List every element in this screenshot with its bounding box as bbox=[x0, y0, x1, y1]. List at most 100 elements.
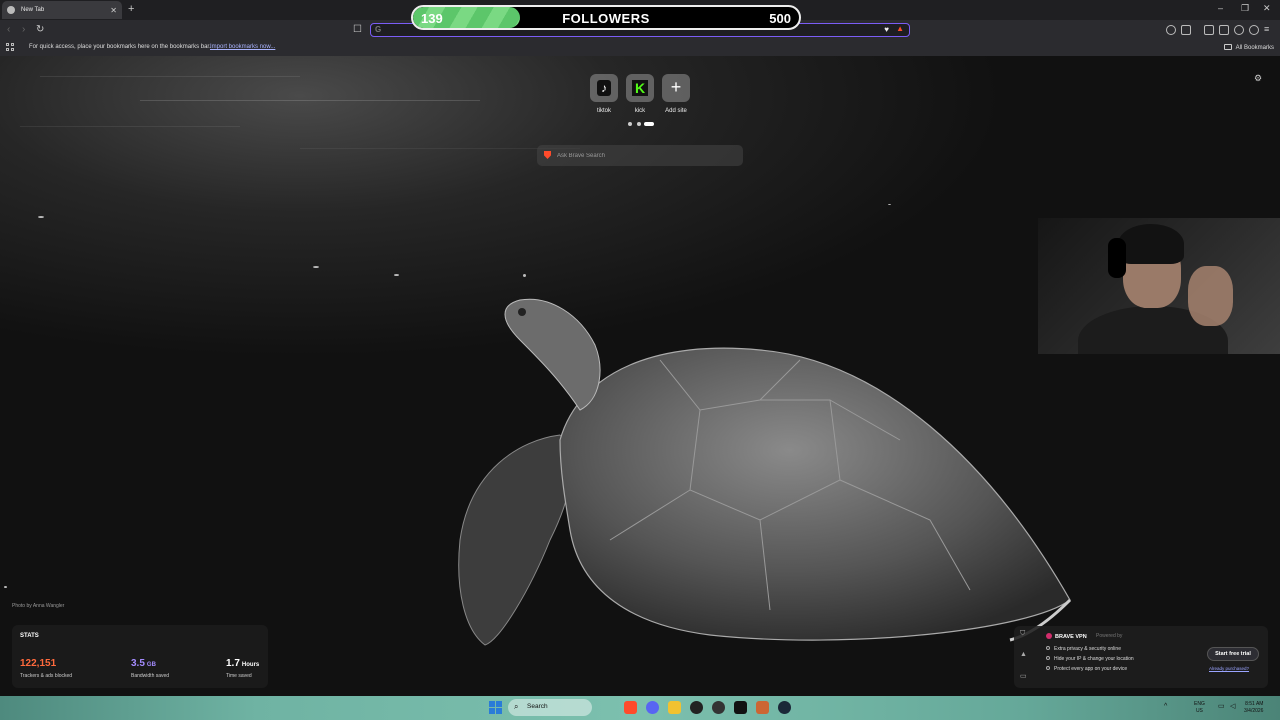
taskbar-search[interactable]: ⌕ Search bbox=[508, 699, 592, 716]
brave-taskbar-icon[interactable] bbox=[624, 701, 637, 714]
all-bookmarks-button[interactable]: All Bookmarks bbox=[1223, 44, 1274, 51]
search-icon: ⌕ bbox=[514, 702, 519, 711]
vpn-feature-text: Hide your IP & change your location bbox=[1054, 656, 1134, 662]
stat-unit: Hours bbox=[241, 662, 260, 668]
new-tab-button[interactable]: + bbox=[128, 3, 134, 15]
vpn-title-text: BRAVE VPN bbox=[1055, 634, 1087, 640]
vpn-powered-by: Powered by bbox=[1096, 633, 1123, 639]
already-purchased-link[interactable]: Already purchased? bbox=[1209, 666, 1249, 671]
minimize-icon[interactable]: – bbox=[1218, 3, 1223, 13]
tray-chevron-icon[interactable]: ^ bbox=[1164, 703, 1167, 710]
network-icon[interactable]: ▭ bbox=[1218, 703, 1225, 710]
sea-turtle-image bbox=[458, 298, 1072, 646]
top-site-tiktok[interactable]: ♪ tiktok bbox=[589, 74, 619, 114]
stat-caption: Trackers & ads blocked bbox=[20, 673, 73, 679]
clock[interactable]: 8:51 AM 3/4/2026 bbox=[1244, 701, 1263, 715]
app-taskbar-icon[interactable] bbox=[712, 701, 725, 714]
followers-goal-bar: 139 FOLLOWERS 500 bbox=[411, 5, 801, 30]
leo-icon[interactable] bbox=[1234, 25, 1244, 35]
webcam-overlay bbox=[1038, 218, 1280, 354]
brave-rewards-icon[interactable]: ▲ bbox=[896, 24, 904, 33]
close-window-icon[interactable]: ✕ bbox=[1263, 3, 1271, 14]
top-site-label: kick bbox=[634, 108, 646, 114]
tiktok-taskbar-icon[interactable] bbox=[734, 701, 747, 714]
windows-start-icon[interactable] bbox=[489, 701, 502, 714]
kick-icon: K bbox=[632, 80, 648, 96]
add-site-button[interactable]: + Add site bbox=[661, 74, 691, 114]
stats-widget: STATS 122,151 Trackers & ads blocked 3.5… bbox=[12, 625, 268, 688]
top-site-kick[interactable]: K kick bbox=[625, 74, 655, 114]
vpn-icon[interactable] bbox=[1249, 25, 1259, 35]
reading-list-icon[interactable] bbox=[1181, 25, 1191, 35]
add-site-tile[interactable]: + bbox=[662, 74, 690, 102]
menu-icon[interactable]: ≡ bbox=[1264, 24, 1269, 34]
vpn-side-icon[interactable]: ⛉ bbox=[1020, 630, 1025, 638]
pager-dot[interactable] bbox=[628, 122, 632, 126]
tiktok-tile[interactable]: ♪ bbox=[590, 74, 618, 102]
app2-taskbar-icon[interactable] bbox=[756, 701, 769, 714]
lang-code: ENG bbox=[1194, 701, 1205, 707]
vpn-feature-text: Extra privacy & security online bbox=[1054, 646, 1121, 652]
card-side-icon[interactable]: ▭ bbox=[1020, 672, 1027, 680]
close-tab-icon[interactable]: ✕ bbox=[110, 6, 117, 15]
apps-icon[interactable] bbox=[6, 43, 15, 52]
vpn-feature-text: Protect every app on your device bbox=[1054, 666, 1128, 672]
sidebar-icon[interactable] bbox=[1204, 25, 1214, 35]
add-site-label: Add site bbox=[665, 108, 687, 114]
reload-icon[interactable]: ↻ bbox=[36, 24, 44, 35]
photo-credit[interactable]: Photo by Anna Wangler bbox=[12, 603, 64, 609]
forward-icon[interactable]: › bbox=[22, 24, 25, 35]
start-free-trial-button[interactable]: Start free trial bbox=[1207, 647, 1259, 661]
brave-search-box[interactable] bbox=[537, 145, 743, 166]
bookmark-icon[interactable]: ☐ bbox=[353, 24, 362, 35]
tab-new-tab[interactable]: New Tab ✕ bbox=[2, 1, 122, 19]
stat-value: 1.7 bbox=[226, 658, 240, 669]
customize-gear-icon[interactable]: ⚙ bbox=[1254, 73, 1262, 84]
followers-label: FOLLOWERS bbox=[562, 11, 650, 26]
tab-title: New Tab bbox=[21, 7, 45, 13]
stats-title: STATS bbox=[20, 633, 39, 639]
stat-time: 1.7 Hours Time saved bbox=[226, 653, 259, 679]
wallet-icon[interactable] bbox=[1166, 25, 1176, 35]
check-icon bbox=[1046, 646, 1050, 650]
pager-dot[interactable] bbox=[637, 122, 641, 126]
region-code: US bbox=[1195, 708, 1203, 714]
followers-goal: 500 bbox=[769, 11, 791, 26]
check-icon bbox=[1046, 666, 1050, 670]
vpn-feature: Extra privacy & security online bbox=[1046, 646, 1121, 652]
steam-taskbar-icon[interactable] bbox=[778, 701, 791, 714]
all-bookmarks-label: All Bookmarks bbox=[1235, 45, 1274, 51]
clock-date: 3/4/2026 bbox=[1244, 708, 1264, 714]
restore-icon[interactable]: ❐ bbox=[1241, 3, 1249, 14]
bookmarks-hint: For quick access, place your bookmarks h… bbox=[29, 44, 211, 50]
stat-value: 3.5 bbox=[131, 658, 145, 669]
volume-icon[interactable]: ◁ bbox=[1230, 703, 1235, 710]
discord-taskbar-icon[interactable] bbox=[646, 701, 659, 714]
taskbar-search-label: Search bbox=[527, 703, 548, 710]
back-icon[interactable]: ‹ bbox=[7, 24, 10, 35]
brave-tab-icon bbox=[7, 6, 15, 14]
vpn-title: BRAVE VPN bbox=[1046, 633, 1087, 640]
vpn-badge-icon bbox=[1046, 633, 1052, 639]
bookmarks-bar: For quick access, place your bookmarks h… bbox=[0, 40, 1280, 56]
screen: New Tab ✕ + – ❐ ✕ ‹ › ↻ ☐ G ♥ ▲ ≡ For qu… bbox=[0, 0, 1280, 720]
brave-shields-icon[interactable]: ♥ bbox=[884, 25, 889, 34]
plus-icon: + bbox=[670, 77, 682, 97]
google-icon: G bbox=[375, 25, 382, 34]
vpn-widget: ⛉ ▲ ▭ BRAVE VPN Powered by Extra privacy… bbox=[1014, 626, 1268, 688]
search-input[interactable] bbox=[557, 148, 737, 163]
stat-caption: Bandwidth saved bbox=[131, 673, 170, 679]
stat-unit: GB bbox=[146, 662, 156, 668]
check-icon bbox=[1046, 656, 1050, 660]
import-bookmarks-link[interactable]: Import bookmarks now... bbox=[210, 44, 275, 50]
rewards-side-icon[interactable]: ▲ bbox=[1020, 651, 1027, 658]
pager-dot-active[interactable] bbox=[644, 122, 654, 126]
file-explorer-icon[interactable] bbox=[668, 701, 681, 714]
obs-taskbar-icon[interactable] bbox=[690, 701, 703, 714]
language-indicator[interactable]: ENG US bbox=[1194, 701, 1205, 715]
tiktok-icon: ♪ bbox=[597, 80, 611, 96]
stat-caption: Time saved bbox=[226, 673, 252, 679]
vpn-feature: Protect every app on your device bbox=[1046, 666, 1127, 672]
tab-manager-icon[interactable] bbox=[1219, 25, 1229, 35]
kick-tile[interactable]: K bbox=[626, 74, 654, 102]
